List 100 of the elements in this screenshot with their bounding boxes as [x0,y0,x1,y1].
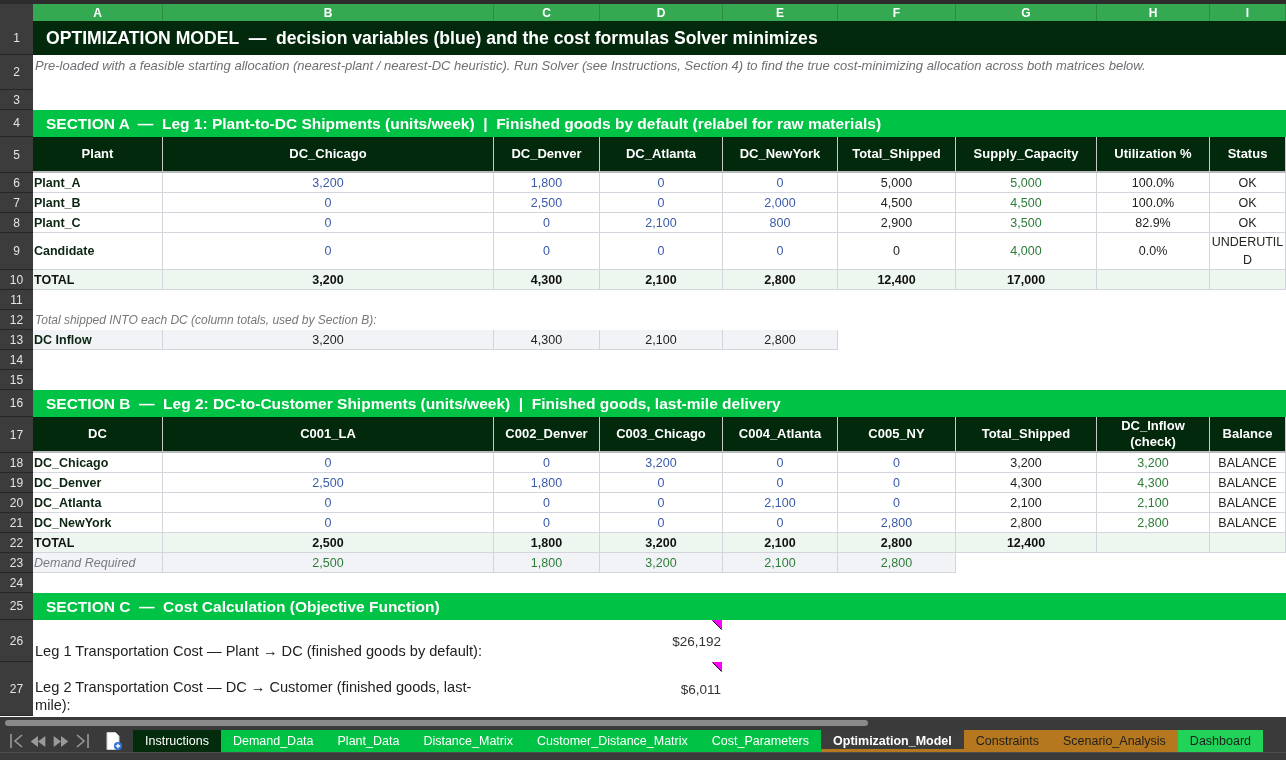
row-header[interactable]: 23 [0,553,33,573]
comment-marker-icon[interactable] [712,620,722,630]
horizontal-scrollbar[interactable] [5,720,868,726]
table-cell: 0 [838,493,956,513]
table-cell: 0 [494,453,600,473]
row-header[interactable]: 14 [0,350,33,370]
sheet-tab[interactable]: Dashboard [1177,730,1263,752]
row-header[interactable]: 3 [0,90,33,110]
sheet-tab[interactable]: Constraints [963,730,1051,752]
table-cell: 0 [600,473,723,493]
sheet-tab[interactable]: Instructions [133,730,221,752]
row-header[interactable]: 2 [0,55,33,90]
column-heading: DC_Denver [494,137,600,173]
row-header[interactable]: 15 [0,370,33,390]
row-label: DC_Atlanta [33,493,163,513]
table-cell: 4,500 [956,193,1097,213]
column-heading: DC_Chicago [163,137,494,173]
row-header[interactable]: 21 [0,513,33,533]
row-header[interactable]: 12 [0,310,33,330]
table-cell: 5,000 [956,173,1097,193]
table-cell: 1,800 [494,533,600,553]
column-heading: Total_Shipped [956,417,1097,453]
column-heading: DC [33,417,163,453]
table-cell: 4,300 [494,270,600,290]
table-cell: 2,800 [723,270,838,290]
table-cell: OK [1210,213,1286,233]
table-cell: 3,500 [956,213,1097,233]
row-header[interactable]: 4 [0,110,33,137]
column-heading: Supply_Capacity [956,137,1097,173]
table-cell: 100.0% [1097,193,1210,213]
row-label: TOTAL [33,533,163,553]
chevron-bar-right-icon[interactable] [76,734,89,748]
table-cell: BALANCE [1210,453,1286,473]
row-label: Plant_A [33,173,163,193]
table-cell: 3,200 [956,453,1097,473]
table-cell: 0 [838,453,956,473]
table-cell: 2,100 [723,553,838,573]
table-cell: 2,000 [723,193,838,213]
table-cell: 1,800 [494,173,600,193]
double-triangle-left-icon[interactable] [30,735,46,747]
table-cell: 1,800 [494,473,600,493]
table-cell: 0 [494,213,600,233]
row-header[interactable]: 8 [0,213,33,233]
table-cell: 2,800 [723,330,838,350]
table-cell: BALANCE [1210,473,1286,493]
row-header[interactable]: 10 [0,270,33,290]
row-header[interactable]: 11 [0,290,33,310]
bar-chevron-left-icon[interactable] [10,734,23,748]
row-header[interactable]: 13 [0,330,33,350]
row-label: DC_Chicago [33,453,163,473]
table-cell: 17,000 [956,270,1097,290]
table-cell: 2,100 [600,270,723,290]
document-plus-icon[interactable] [106,732,122,750]
column-heading: C003_Chicago [600,417,723,453]
column-heading: C002_Denver [494,417,600,453]
table-cell: 0 [723,453,838,473]
row-label: Plant_C [33,213,163,233]
cost-value: $26,192 [672,633,721,649]
table-cell: OK [1210,193,1286,213]
row-header[interactable]: 1 [0,21,33,55]
table-cell: 800 [723,213,838,233]
row-header[interactable]: 18 [0,453,33,473]
row-header[interactable]: 19 [0,473,33,493]
sheet-tab[interactable]: Scenario_Analysis [1051,730,1178,752]
row-label: Demand Required [33,553,163,573]
table-cell: 2,100 [723,533,838,553]
row-header[interactable]: 26 [0,620,33,662]
double-triangle-right-icon[interactable] [53,735,69,747]
table-cell: 2,100 [1097,493,1210,513]
row-header[interactable]: 22 [0,533,33,553]
row-header[interactable]: 17 [0,417,33,453]
table-cell: 0 [163,493,494,513]
table-cell: 2,900 [838,213,956,233]
table-cell: 0 [163,213,494,233]
row-header[interactable]: 16 [0,390,33,417]
row-header[interactable]: 9 [0,233,33,270]
cost-label: Leg 1 Transportation Cost — Plant → DC (finished goods by default): [35,642,482,660]
column-heading: Utilization % [1097,137,1210,173]
row-header[interactable]: 6 [0,173,33,193]
column-heading: Balance [1210,417,1286,453]
column-heading: C001_LA [163,417,494,453]
column-heading: C004_Atlanta [723,417,838,453]
column-heading: DC_Inflow (check) [1097,417,1210,453]
table-cell: 2,800 [838,553,956,573]
row-header[interactable]: 27 [0,662,33,716]
table-cell: 3,200 [600,533,723,553]
table-cell: 2,500 [163,553,494,573]
row-label: DC_Denver [33,473,163,493]
row-header[interactable]: 20 [0,493,33,513]
table-cell: 0 [600,173,723,193]
table-cell: 4,300 [1097,473,1210,493]
row-header[interactable]: 24 [0,573,33,593]
section-heading: SECTION C — Cost Calculation (Objective Function) [33,593,1286,620]
row-header[interactable]: 5 [0,137,33,173]
table-cell: 82.9% [1097,213,1210,233]
table-cell: 2,100 [600,330,723,350]
row-header[interactable]: 25 [0,593,33,620]
row-header[interactable]: 7 [0,193,33,213]
comment-marker-icon[interactable] [712,662,722,672]
table-cell: 0 [163,193,494,213]
